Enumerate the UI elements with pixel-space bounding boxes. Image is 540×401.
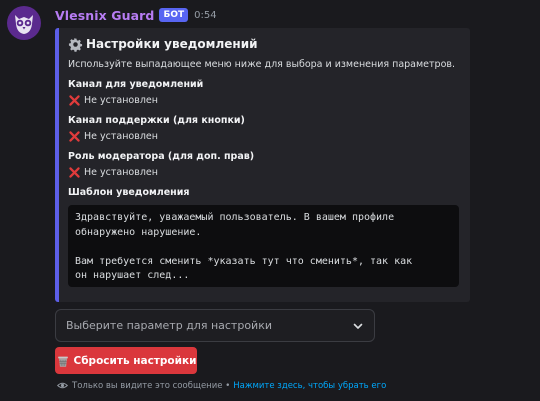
embed-title-text: Настройки уведомлений xyxy=(86,37,258,51)
select-placeholder: Выберите параметр для настройки xyxy=(66,319,272,332)
username[interactable]: Vlesnix Guard xyxy=(55,8,154,23)
embed-title: Настройки уведомлений xyxy=(68,36,458,52)
eye-icon xyxy=(57,382,68,389)
field-name-notification-template: Шаблон уведомления xyxy=(68,187,190,198)
field-name-support-channel: Канал поддержки (для кнопки) xyxy=(68,115,245,126)
template-line: Вам требуется сменить *указать тут что с… xyxy=(75,255,413,267)
cross-mark-icon xyxy=(69,131,80,142)
embed-description: Используйте выпадающее меню ниже для выб… xyxy=(68,59,456,70)
bot-badge: БОТ xyxy=(159,8,189,22)
cross-mark-icon xyxy=(69,95,80,106)
field-value-support-channel: Не установлен xyxy=(68,130,458,143)
field-name-moderator-role: Роль модератора (для доп. прав) xyxy=(68,151,255,162)
chevron-down-icon xyxy=(353,323,363,329)
owl-logo-icon xyxy=(15,15,33,34)
settings-select-menu[interactable]: Выберите параметр для настройки xyxy=(55,309,375,342)
field-value-moderator-role: Не установлен xyxy=(68,166,458,179)
settings-embed: Настройки уведомлений Используйте выпада… xyxy=(55,28,470,302)
ephemeral-text: Только вы видите это сообщение • xyxy=(72,380,231,391)
template-line: обнаружено нарушение. xyxy=(75,226,202,238)
message-header: Vlesnix Guard БОТ 0:54 xyxy=(55,5,217,25)
template-line xyxy=(75,240,452,255)
dismiss-message-link[interactable]: Нажмите здесь, чтобы убрать его xyxy=(233,381,386,391)
reset-settings-label: Сбросить настройки xyxy=(73,354,197,367)
reset-settings-button[interactable]: Сбросить настройки xyxy=(55,347,197,374)
template-line: он нарушает след... xyxy=(75,270,190,281)
ephemeral-note: Только вы видите это сообщение • Нажмите… xyxy=(57,380,386,391)
avatar[interactable] xyxy=(7,6,41,40)
field-value-text: Не установлен xyxy=(84,166,158,178)
field-name-notify-channel: Канал для уведомлений xyxy=(68,79,204,90)
field-value-text: Не установлен xyxy=(84,94,158,106)
template-code-block: Здравствуйте, уважаемый пользователь. В … xyxy=(68,205,459,287)
cross-mark-icon xyxy=(69,167,80,178)
field-value-text: Не установлен xyxy=(84,130,158,142)
timestamp[interactable]: 0:54 xyxy=(194,10,216,21)
wastebasket-icon xyxy=(57,356,68,367)
template-line: Здравствуйте, уважаемый пользователь. В … xyxy=(75,212,395,223)
gear-icon xyxy=(68,37,83,52)
field-value-notify-channel: Не установлен xyxy=(68,94,458,107)
